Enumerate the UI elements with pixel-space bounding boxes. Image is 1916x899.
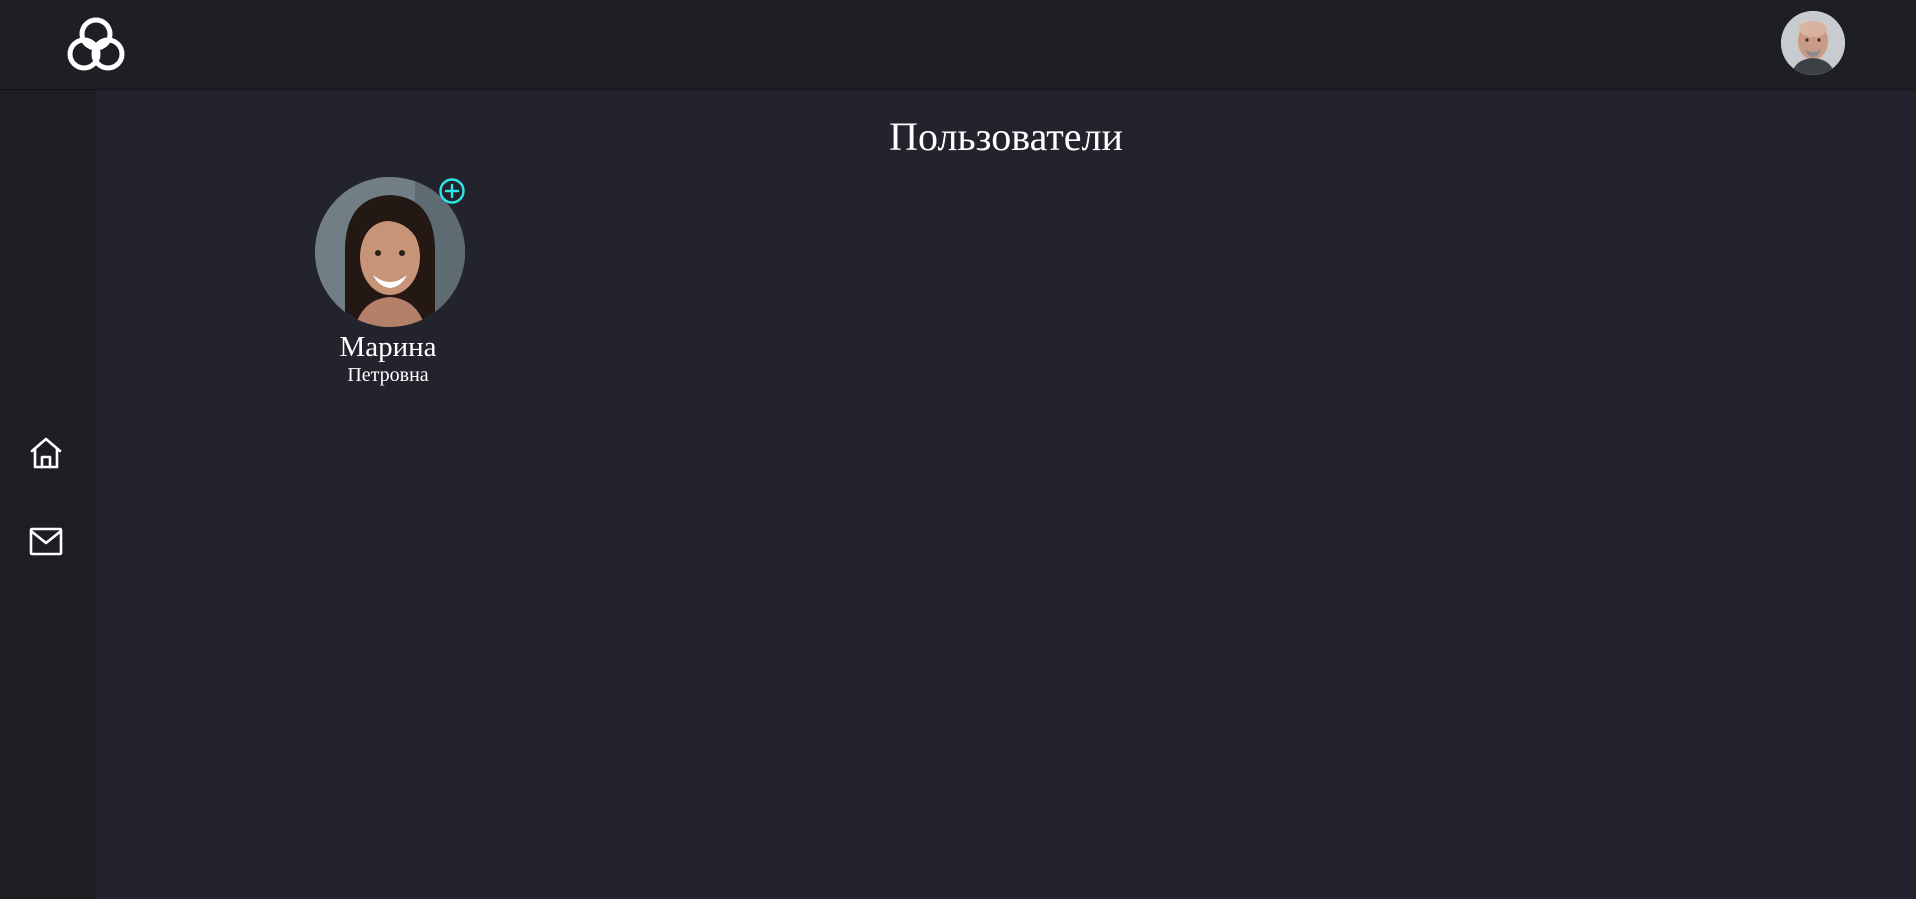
user-last-name: Петровна (347, 364, 429, 386)
sidebar-item-home[interactable] (26, 433, 66, 473)
profile-avatar[interactable] (1781, 11, 1845, 75)
top-bar (0, 0, 1916, 89)
mail-icon (29, 527, 63, 556)
page-title: Пользователи (889, 114, 1123, 159)
sidebar-item-messages[interactable] (26, 522, 66, 562)
home-icon (30, 437, 62, 469)
knot-logo-icon[interactable] (62, 12, 130, 76)
plus-circle-icon (439, 178, 465, 204)
add-user-button[interactable] (438, 177, 466, 205)
sidebar (0, 89, 96, 899)
main-content: Пользователи Марина Петровна (96, 89, 1916, 899)
user-first-name: Марина (339, 331, 437, 363)
